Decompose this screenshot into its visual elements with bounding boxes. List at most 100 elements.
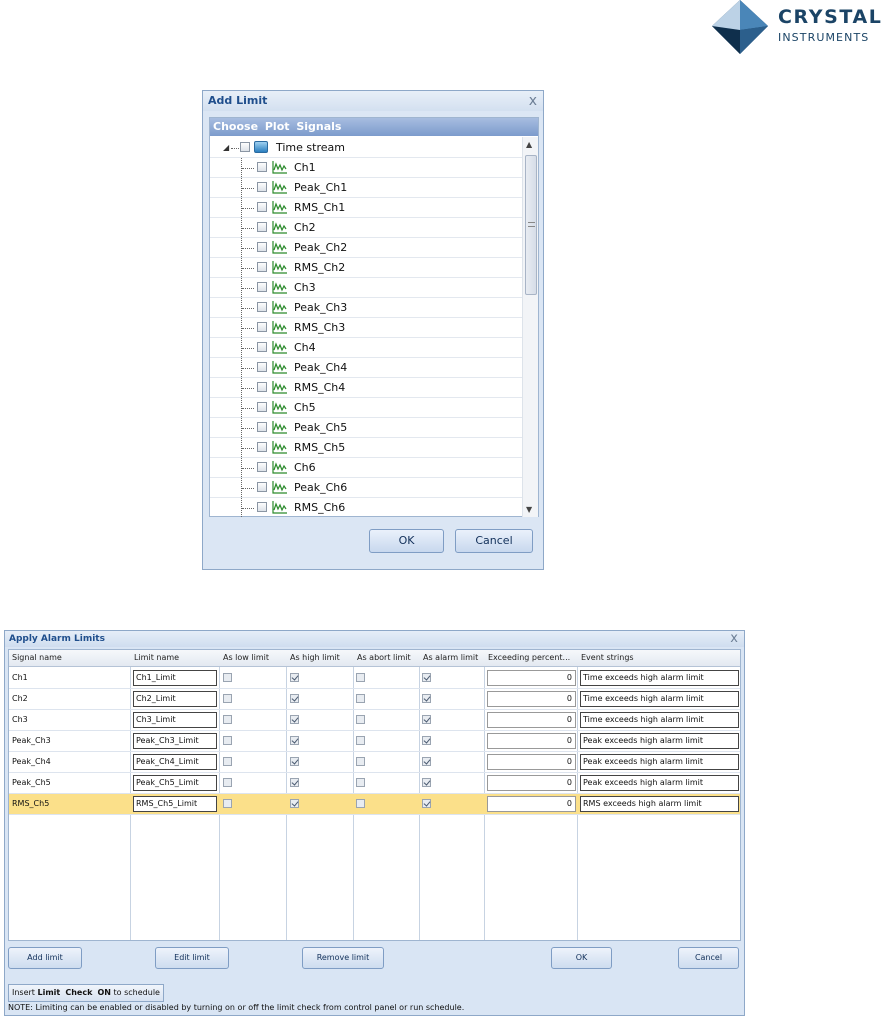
table-row[interactable]: Ch1 Ch1_Limit 0 Time exceeds high alarm lim… (9, 668, 740, 689)
table-row[interactable]: Peak_Ch4 Peak_Ch4_Limit 0 Peak exceeds high… (9, 752, 740, 773)
limit-name-input[interactable]: Ch2_Limit (133, 691, 217, 707)
signal-checkbox[interactable] (257, 362, 267, 372)
tree-signal-row[interactable]: Ch1 (210, 158, 523, 178)
high-limit-checkbox[interactable] (290, 799, 299, 808)
high-limit-checkbox[interactable] (290, 778, 299, 787)
limit-name-input[interactable]: Peak_Ch5_Limit (133, 775, 217, 791)
alarm-limit-checkbox[interactable] (422, 736, 431, 745)
add-limit-button[interactable]: Add limit (8, 947, 82, 969)
tree-signal-row[interactable]: RMS_Ch4 (210, 378, 523, 398)
high-limit-checkbox[interactable] (290, 715, 299, 724)
exceeding-percent-input[interactable]: 0 (487, 670, 576, 686)
exceeding-percent-input[interactable]: 0 (487, 712, 576, 728)
tree-signal-row[interactable]: RMS_Ch6 (210, 498, 523, 517)
signal-checkbox[interactable] (257, 402, 267, 412)
vertical-scrollbar[interactable]: ▲ ▼ (522, 137, 538, 517)
ok-button[interactable]: OK (551, 947, 612, 969)
signal-checkbox[interactable] (257, 162, 267, 172)
signal-checkbox[interactable] (257, 262, 267, 272)
tree-signal-row[interactable]: RMS_Ch2 (210, 258, 523, 278)
tree-signal-row[interactable]: RMS_Ch1 (210, 198, 523, 218)
tree-signal-row[interactable]: Peak_Ch5 (210, 418, 523, 438)
event-string-input[interactable]: Time exceeds high alarm limit (580, 670, 739, 686)
tree-signal-row[interactable]: RMS_Ch3 (210, 318, 523, 338)
col-signal-name-header[interactable]: Signal name (9, 650, 131, 667)
cancel-button[interactable]: Cancel (455, 529, 533, 553)
scroll-down-arrow-icon[interactable]: ▼ (526, 505, 532, 514)
tree-signal-row[interactable]: Peak_Ch2 (210, 238, 523, 258)
high-limit-checkbox[interactable] (290, 673, 299, 682)
high-limit-checkbox[interactable] (290, 694, 299, 703)
abort-limit-checkbox[interactable] (356, 778, 365, 787)
low-limit-checkbox[interactable] (223, 673, 232, 682)
event-string-input[interactable]: Peak exceeds high alarm limit (580, 775, 739, 791)
signal-checkbox[interactable] (257, 382, 267, 392)
limit-name-input[interactable]: Ch3_Limit (133, 712, 217, 728)
table-row[interactable]: Ch3 Ch3_Limit 0 Time exceeds high alarm lim… (9, 710, 740, 731)
event-string-input[interactable]: Peak exceeds high alarm limit (580, 733, 739, 749)
close-icon[interactable]: x (529, 93, 537, 109)
signal-checkbox[interactable] (257, 282, 267, 292)
high-limit-checkbox[interactable] (290, 757, 299, 766)
col-low-limit-header[interactable]: As low limit (220, 650, 287, 667)
signal-checkbox[interactable] (257, 322, 267, 332)
root-checkbox[interactable] (240, 142, 250, 152)
low-limit-checkbox[interactable] (223, 694, 232, 703)
signal-checkbox[interactable] (257, 342, 267, 352)
limit-name-input[interactable]: RMS_Ch5_Limit (133, 796, 217, 812)
signal-checkbox[interactable] (257, 442, 267, 452)
col-exceeding-percent-header[interactable]: Exceeding percent... (485, 650, 578, 667)
ok-button[interactable]: OK (369, 529, 444, 553)
col-alarm-limit-header[interactable]: As alarm limit (420, 650, 485, 667)
abort-limit-checkbox[interactable] (356, 694, 365, 703)
edit-limit-button[interactable]: Edit limit (155, 947, 229, 969)
signal-checkbox[interactable] (257, 502, 267, 512)
table-row[interactable]: Peak_Ch5 Peak_Ch5_Limit 0 Peak exceeds high… (9, 773, 740, 794)
tree-signal-row[interactable]: Ch4 (210, 338, 523, 358)
abort-limit-checkbox[interactable] (356, 757, 365, 766)
limit-name-input[interactable]: Peak_Ch4_Limit (133, 754, 217, 770)
abort-limit-checkbox[interactable] (356, 715, 365, 724)
cancel-button[interactable]: Cancel (678, 947, 739, 969)
event-string-input[interactable]: RMS exceeds high alarm limit (580, 796, 739, 812)
alarm-limit-checkbox[interactable] (422, 799, 431, 808)
tree-signal-row[interactable]: RMS_Ch5 (210, 438, 523, 458)
tree-signal-row[interactable]: Peak_Ch3 (210, 298, 523, 318)
tree-signal-row[interactable]: Peak_Ch6 (210, 478, 523, 498)
abort-limit-checkbox[interactable] (356, 799, 365, 808)
tree-signal-row[interactable]: Ch6 (210, 458, 523, 478)
abort-limit-checkbox[interactable] (356, 736, 365, 745)
low-limit-checkbox[interactable] (223, 799, 232, 808)
exceeding-percent-input[interactable]: 0 (487, 775, 576, 791)
col-limit-name-header[interactable]: Limit name (131, 650, 220, 667)
limit-name-input[interactable]: Peak_Ch3_Limit (133, 733, 217, 749)
event-string-input[interactable]: Time exceeds high alarm limit (580, 691, 739, 707)
col-event-strings-header[interactable]: Event strings (578, 650, 740, 667)
signal-checkbox[interactable] (257, 242, 267, 252)
signal-checkbox[interactable] (257, 482, 267, 492)
tree-signal-row[interactable]: Ch5 (210, 398, 523, 418)
signal-checkbox[interactable] (257, 302, 267, 312)
low-limit-checkbox[interactable] (223, 778, 232, 787)
alarm-limit-checkbox[interactable] (422, 715, 431, 724)
tree-root-row[interactable]: ◢ Time stream (210, 138, 523, 158)
low-limit-checkbox[interactable] (223, 715, 232, 724)
tree-signal-row[interactable]: Ch3 (210, 278, 523, 298)
scroll-up-arrow-icon[interactable]: ▲ (526, 140, 532, 149)
exceeding-percent-input[interactable]: 0 (487, 691, 576, 707)
high-limit-checkbox[interactable] (290, 736, 299, 745)
signal-checkbox[interactable] (257, 222, 267, 232)
signal-checkbox[interactable] (257, 202, 267, 212)
low-limit-checkbox[interactable] (223, 736, 232, 745)
signal-checkbox[interactable] (257, 182, 267, 192)
abort-limit-checkbox[interactable] (356, 673, 365, 682)
table-row[interactable]: Ch2 Ch2_Limit 0 Time exceeds high alarm lim… (9, 689, 740, 710)
alarm-limit-checkbox[interactable] (422, 757, 431, 766)
tree-signal-row[interactable]: Peak_Ch1 (210, 178, 523, 198)
event-string-input[interactable]: Time exceeds high alarm limit (580, 712, 739, 728)
tree-signal-row[interactable]: Ch2 (210, 218, 523, 238)
exceeding-percent-input[interactable]: 0 (487, 754, 576, 770)
collapse-arrow-icon[interactable]: ◢ (223, 138, 229, 157)
limit-name-input[interactable]: Ch1_Limit (133, 670, 217, 686)
col-abort-limit-header[interactable]: As abort limit (354, 650, 420, 667)
